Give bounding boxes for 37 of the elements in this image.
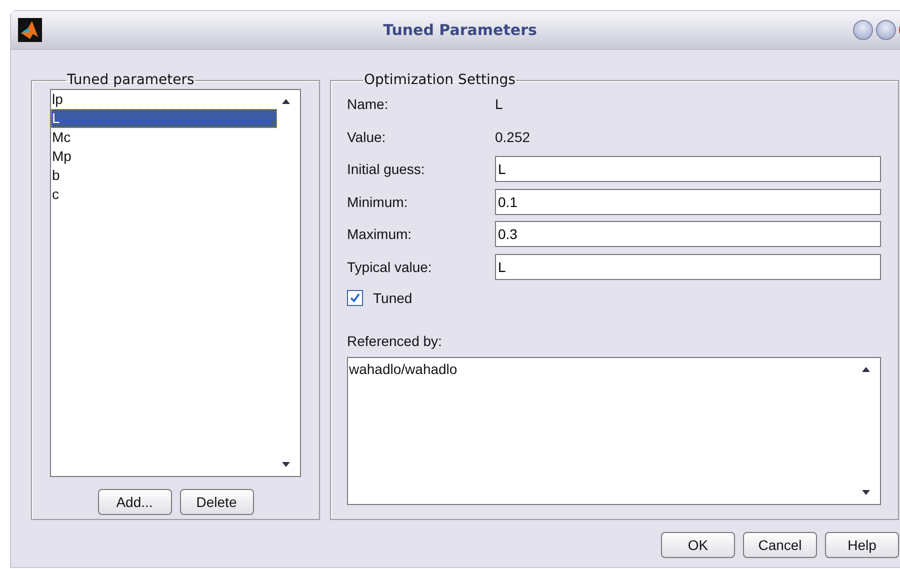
app-logo-icon (18, 18, 42, 42)
scroll-down-icon[interactable] (862, 490, 870, 495)
maximize-button[interactable] (876, 20, 896, 40)
panel-button[interactable]: Add... (98, 489, 172, 515)
group-title: Tuned parameters (66, 72, 196, 88)
panel-button[interactable]: Delete (180, 489, 254, 515)
field-label: Typical value: (347, 258, 433, 275)
scroll-up-icon[interactable] (282, 99, 290, 104)
field-label: Referenced by: (347, 333, 443, 349)
input-field[interactable]: 0.3 (495, 221, 881, 248)
list-item[interactable]: lp (51, 90, 277, 109)
field-label: Name: (347, 96, 390, 112)
field-label: Initial guess: (347, 161, 426, 178)
input-field[interactable]: 0.1 (495, 188, 881, 215)
checkbox-label: Tuned (373, 290, 412, 306)
field-value: L (495, 96, 503, 112)
window-title: Tuned Parameters (383, 21, 537, 39)
scroll-down-icon[interactable] (282, 462, 290, 467)
field-label: Maximum: (347, 226, 413, 242)
dialog-button[interactable]: Cancel (743, 532, 817, 558)
list-item[interactable]: Mc (51, 128, 277, 147)
checkbox[interactable] (347, 290, 363, 306)
field-label: Minimum: (347, 194, 409, 210)
scroll-up-icon[interactable] (862, 367, 870, 372)
minimize-button[interactable] (853, 20, 873, 40)
list-item[interactable]: b (51, 166, 277, 185)
dialog-button[interactable]: Help (825, 532, 899, 558)
input-field[interactable]: L (495, 156, 881, 182)
dialog-button[interactable]: OK (661, 532, 735, 558)
list-item[interactable]: L (51, 109, 277, 128)
list-item[interactable]: wahadlo/wahadlo (348, 358, 880, 379)
group-title: Optimization Settings (363, 72, 516, 88)
field-value: 0.252 (495, 128, 530, 145)
field-label: Value: (347, 128, 387, 145)
list-item[interactable]: c (51, 185, 277, 204)
input-field[interactable]: L (495, 254, 881, 280)
list-item[interactable]: Mp (51, 147, 277, 166)
